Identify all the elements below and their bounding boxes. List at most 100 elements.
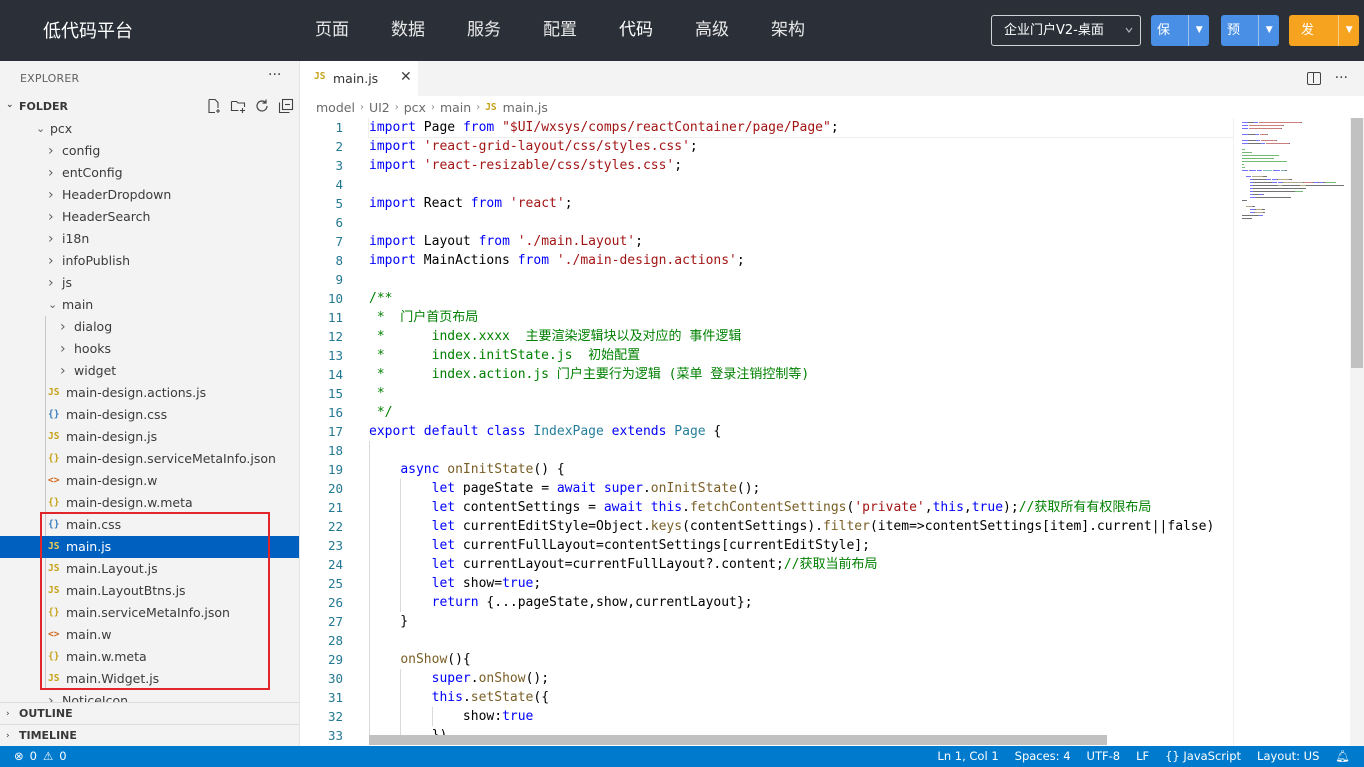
minimap[interactable] xyxy=(1233,118,1350,746)
tree-file[interactable]: JS main.js xyxy=(0,536,299,558)
tree-folder[interactable]: › dialog xyxy=(0,316,299,338)
close-icon[interactable]: ✕ xyxy=(400,69,412,85)
publish-dropdown-caret-icon[interactable]: ▼ xyxy=(1338,15,1359,46)
code-line[interactable]: let currentEditStyle=Object.keys(content… xyxy=(369,517,1233,536)
nav-item[interactable]: 配置 xyxy=(522,0,598,61)
code-line[interactable]: let currentLayout=currentFullLayout?.con… xyxy=(369,555,1233,574)
tree-file[interactable]: {} main-design.serviceMetaInfo.json xyxy=(0,448,299,470)
breadcrumb-item[interactable]: main.js xyxy=(503,100,548,115)
code-line[interactable] xyxy=(369,213,1233,232)
code-line[interactable]: /** xyxy=(369,289,1233,308)
tree-file[interactable]: <> main.w xyxy=(0,624,299,646)
environment-select[interactable]: 企业门户V2-桌面 xyxy=(991,15,1141,46)
tree-file[interactable]: {} main-design.css xyxy=(0,404,299,426)
code-line[interactable]: import Layout from './main.Layout'; xyxy=(369,232,1233,251)
new-file-icon[interactable] xyxy=(206,98,222,114)
tree-folder[interactable]: › widget xyxy=(0,360,299,382)
code-line[interactable]: onShow(){ xyxy=(369,650,1233,669)
nav-item[interactable]: 页面 xyxy=(294,0,370,61)
outline-section-header[interactable]: › OUTLINE xyxy=(0,702,299,724)
cursor-position[interactable]: Ln 1, Col 1 xyxy=(937,749,998,763)
tree-folder[interactable]: › entConfig xyxy=(0,162,299,184)
code-line[interactable]: export default class IndexPage extends P… xyxy=(369,422,1233,441)
tree-file[interactable]: <> main-design.w xyxy=(0,470,299,492)
code-line[interactable]: super.onShow(); xyxy=(369,669,1233,688)
breadcrumb-item[interactable]: UI2 xyxy=(369,100,390,115)
more-actions-icon[interactable]: ··· xyxy=(1335,70,1348,86)
tree-folder[interactable]: ⌄ main xyxy=(0,294,299,316)
tree-folder[interactable]: › hooks xyxy=(0,338,299,360)
problems-indicator[interactable]: ⊗ 0 ⚠ 0 xyxy=(14,749,67,763)
tree-file[interactable]: {} main.css xyxy=(0,514,299,536)
end-of-line[interactable]: LF xyxy=(1136,749,1149,763)
tree-file[interactable]: {} main-design.w.meta xyxy=(0,492,299,514)
collapse-all-icon[interactable] xyxy=(278,98,294,114)
publish-button-label[interactable]: 发布 xyxy=(1289,15,1338,46)
tree-file[interactable]: JS main.Layout.js xyxy=(0,558,299,580)
code-line[interactable]: } xyxy=(369,612,1233,631)
more-actions-icon[interactable]: ··· xyxy=(268,67,281,83)
code-line[interactable]: let contentSettings = await this.fetchCo… xyxy=(369,498,1233,517)
encoding[interactable]: UTF-8 xyxy=(1087,749,1121,763)
code-editor[interactable]: 1 2 3 4 5 6 7 8 9 10 11 12 13 14 15 16 17 18 19 20 21 22 23 24 2… xyxy=(301,118,1233,746)
code-line[interactable]: * index.action.js 门户主要行为逻辑 (菜单 登录注销控制等) xyxy=(369,365,1233,384)
code-line[interactable]: * xyxy=(369,384,1233,403)
code-line[interactable] xyxy=(369,441,1233,460)
vertical-scrollbar[interactable] xyxy=(1350,118,1364,746)
tree-folder[interactable]: › js xyxy=(0,272,299,294)
save-dropdown-caret-icon[interactable]: ▼ xyxy=(1188,15,1209,46)
nav-item[interactable]: 高级 xyxy=(674,0,750,61)
preview-dropdown-caret-icon[interactable]: ▼ xyxy=(1258,15,1279,46)
tree-file[interactable]: JS main.LayoutBtns.js xyxy=(0,580,299,602)
tree-folder[interactable]: › i18n xyxy=(0,228,299,250)
save-button-label[interactable]: 保存 xyxy=(1151,15,1188,46)
code-line[interactable]: import Page from "$UI/wxsys/comps/reactC… xyxy=(368,118,1233,138)
code-line[interactable]: this.setState({ xyxy=(369,688,1233,707)
tree-folder[interactable]: › HeaderDropdown xyxy=(0,184,299,206)
tree-folder[interactable]: › infoPublish xyxy=(0,250,299,272)
tree-file[interactable]: {} main.w.meta xyxy=(0,646,299,668)
tree-file[interactable]: {} main.serviceMetaInfo.json xyxy=(0,602,299,624)
code-line[interactable]: let show=true; xyxy=(369,574,1233,593)
breadcrumb-item[interactable]: main xyxy=(440,100,471,115)
indentation[interactable]: Spaces: 4 xyxy=(1015,749,1071,763)
code-line[interactable]: return {...pageState,show,currentLayout}… xyxy=(369,593,1233,612)
nav-item[interactable]: 架构 xyxy=(750,0,826,61)
code-line[interactable] xyxy=(369,631,1233,650)
code-line[interactable]: async onInitState() { xyxy=(369,460,1233,479)
code-line[interactable]: import MainActions from './main-design.a… xyxy=(369,251,1233,270)
refresh-icon[interactable] xyxy=(254,98,270,114)
code-line[interactable] xyxy=(369,175,1233,194)
keyboard-layout[interactable]: Layout: US xyxy=(1257,749,1319,763)
nav-item[interactable]: 服务 xyxy=(446,0,522,61)
code-line[interactable]: * 门户首页布局 xyxy=(369,308,1233,327)
code-line[interactable]: import 'react-resizable/css/styles.css'; xyxy=(369,156,1233,175)
code-line[interactable]: * index.xxxx 主要渲染逻辑块以及对应的 事件逻辑 xyxy=(369,327,1233,346)
preview-button[interactable]: 预览 ▼ xyxy=(1221,15,1279,46)
breadcrumb-item[interactable]: pcx xyxy=(404,100,426,115)
publish-button[interactable]: 发布 ▼ xyxy=(1289,15,1359,46)
tree-folder[interactable]: › config xyxy=(0,140,299,162)
scrollbar-thumb[interactable] xyxy=(1351,118,1363,368)
tree-file[interactable]: JS main.Widget.js xyxy=(0,668,299,690)
tree-folder[interactable]: › HeaderSearch xyxy=(0,206,299,228)
code-line[interactable]: */ xyxy=(369,403,1233,422)
notifications-bell-icon[interactable]: 🔔︎ xyxy=(1335,749,1350,763)
nav-item[interactable]: 代码 xyxy=(598,0,674,61)
tree-folder[interactable]: ⌄ pcx xyxy=(0,118,299,140)
new-folder-icon[interactable] xyxy=(230,98,246,114)
save-button[interactable]: 保存 ▼ xyxy=(1151,15,1209,46)
code-line[interactable]: import React from 'react'; xyxy=(369,194,1233,213)
split-editor-icon[interactable] xyxy=(1306,72,1321,85)
code-line[interactable]: let currentFullLayout=contentSettings[cu… xyxy=(369,536,1233,555)
code-line[interactable]: show:true xyxy=(369,707,1233,726)
nav-item[interactable]: 数据 xyxy=(370,0,446,61)
breadcrumb-item[interactable]: model xyxy=(316,100,355,115)
tree-file[interactable]: JS main-design.js xyxy=(0,426,299,448)
tab-main-js[interactable]: JS main.js ✕ xyxy=(301,61,418,96)
tree-file[interactable]: JS main-design.actions.js xyxy=(0,382,299,404)
code-line[interactable]: * index.initState.js 初始配置 xyxy=(369,346,1233,365)
code-line[interactable] xyxy=(369,270,1233,289)
code-line[interactable]: import 'react-grid-layout/css/styles.css… xyxy=(369,137,1233,156)
horizontal-scrollbar[interactable] xyxy=(369,735,1107,745)
